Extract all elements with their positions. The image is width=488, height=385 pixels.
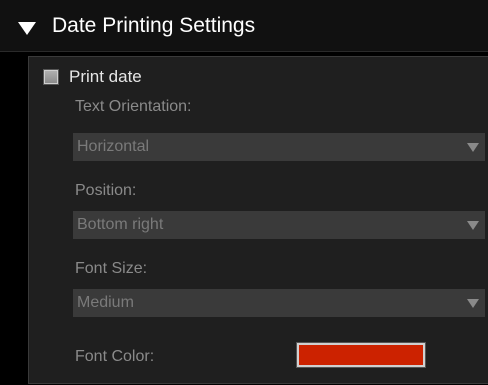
text-orientation-dropdown[interactable]: Horizontal (73, 133, 485, 161)
position-label: Position: (75, 182, 137, 199)
triangle-down-icon[interactable] (18, 22, 36, 35)
settings-body: Print date Text Orientation: Horizontal … (28, 56, 488, 384)
section-title: Date Printing Settings (52, 14, 256, 37)
print-date-label: Print date (69, 67, 142, 86)
font-color-swatch[interactable] (297, 343, 425, 367)
font-size-dropdown[interactable]: Medium (73, 289, 485, 317)
chevron-down-icon (467, 221, 479, 230)
chevron-down-icon (467, 299, 479, 308)
date-printing-settings-panel: Date Printing Settings Print date Text O… (0, 0, 488, 385)
text-orientation-value: Horizontal (77, 138, 150, 155)
print-date-option[interactable]: Print date (43, 67, 243, 87)
text-orientation-label: Text Orientation: (75, 98, 192, 115)
position-value: Bottom right (77, 216, 164, 233)
section-header[interactable]: Date Printing Settings (0, 0, 488, 52)
print-date-checkbox[interactable] (43, 69, 59, 85)
position-dropdown[interactable]: Bottom right (73, 211, 485, 239)
font-size-value: Medium (77, 294, 134, 311)
font-color-label: Font Color: (75, 348, 155, 365)
chevron-down-icon (467, 143, 479, 152)
font-size-label: Font Size: (75, 260, 148, 277)
